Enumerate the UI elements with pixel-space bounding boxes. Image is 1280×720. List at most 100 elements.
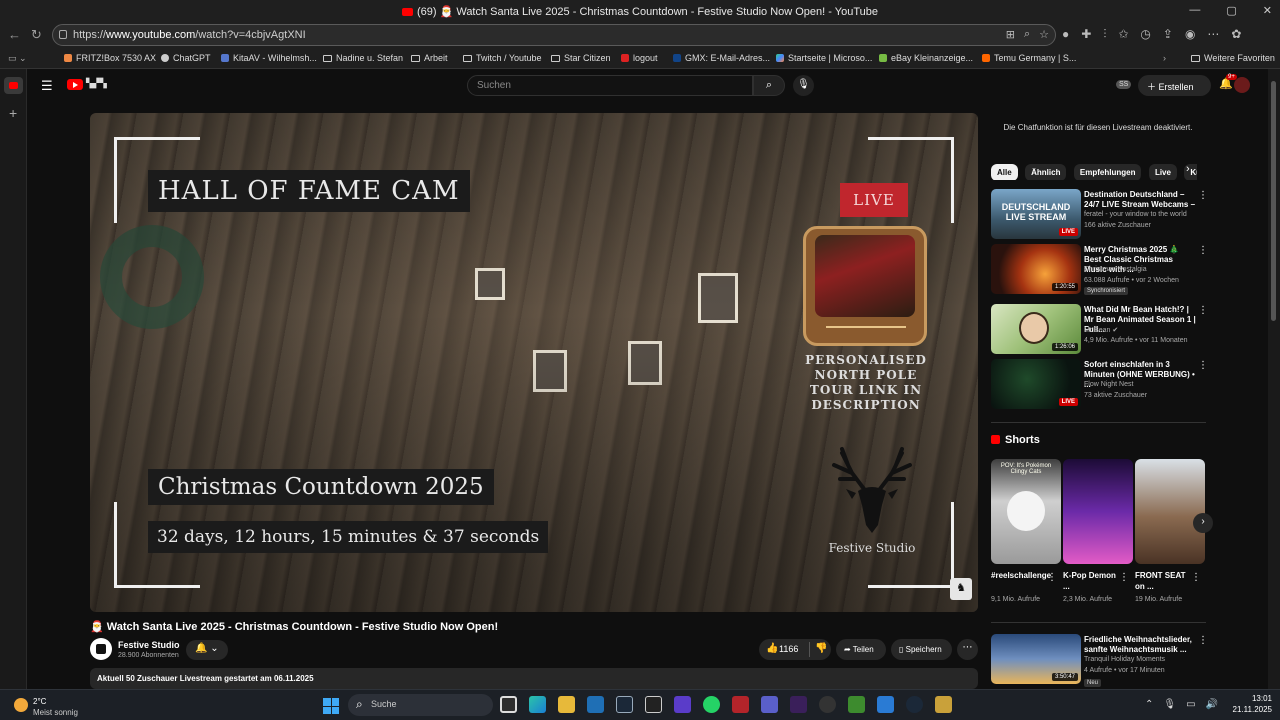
bookmark-fritzbox[interactable]: FRITZ!Box 7530 AX: [64, 53, 156, 63]
mic-button[interactable]: 🎙: [793, 75, 814, 96]
chip-live[interactable]: Live: [1148, 164, 1177, 180]
more-actions-button[interactable]: ⋯: [957, 639, 978, 660]
video-thumbnail[interactable]: 1:26:06: [991, 304, 1081, 354]
like-count[interactable]: 1166: [779, 644, 798, 654]
reload-icon[interactable]: ↻: [31, 27, 42, 43]
video-thumbnail[interactable]: DEUTSCHLAND LIVE STREAM LIVE: [991, 189, 1081, 239]
kebab-menu-icon[interactable]: ⋮: [1047, 572, 1057, 583]
rec-title[interactable]: Friedliche Weihnachtslieder, sanfte Weih…: [1084, 635, 1196, 655]
puzzle-icon[interactable]: ✚: [1081, 27, 1091, 42]
shorts-next-button[interactable]: ›: [1193, 513, 1213, 533]
taskbar-search[interactable]: Suche: [348, 694, 493, 716]
edge-icon[interactable]: [529, 696, 546, 713]
app-install-icon[interactable]: ⊞: [1006, 28, 1015, 41]
dislike-icon[interactable]: 👎: [815, 643, 827, 654]
channel-name[interactable]: Festive Studio: [118, 640, 180, 650]
bookmark-twitch[interactable]: Twitch / Youtube: [463, 53, 542, 63]
history-icon[interactable]: ◷: [1140, 27, 1150, 42]
video-player[interactable]: HALL OF FAME CAM LIVE PERSONALISED NORTH…: [90, 113, 978, 612]
close-icon[interactable]: ✕: [1263, 4, 1272, 17]
kebab-menu-icon[interactable]: ⋮: [1119, 572, 1129, 583]
extension-icon[interactable]: ●: [1062, 27, 1069, 42]
app-icon[interactable]: [674, 696, 691, 713]
kebab-menu-icon[interactable]: ⋮: [1198, 245, 1208, 256]
epic-games-icon[interactable]: [645, 696, 662, 713]
chevron-up-icon[interactable]: ⌃: [1145, 699, 1153, 710]
steam-icon[interactable]: [616, 696, 633, 713]
other-favorites[interactable]: Weitere Favoriten: [1191, 53, 1275, 63]
subscription-bell-button[interactable]: 🔔 ⌄: [186, 640, 228, 660]
url-input[interactable]: https://www.youtube.com/watch?v=4cbjvAgt…: [52, 24, 1056, 46]
clock[interactable]: 13:01 21.11.2025: [1222, 693, 1272, 715]
youtube-logo-icon[interactable]: [67, 79, 83, 90]
list-item[interactable]: 1:26:06 What Did Mr Bean Hatch!? | Mr Be…: [991, 304, 1208, 354]
minecraft-icon[interactable]: [848, 696, 865, 713]
like-icon[interactable]: 👍: [766, 643, 778, 654]
bookmark-logout[interactable]: logout: [621, 53, 658, 63]
favorites-icon[interactable]: ✩: [1118, 27, 1128, 42]
channel-avatar[interactable]: [90, 638, 112, 660]
search-button[interactable]: ⌕: [753, 75, 785, 96]
bookmark-chatgpt[interactable]: ChatGPT: [161, 53, 211, 63]
video-thumbnail[interactable]: 3:50:47: [991, 634, 1081, 684]
video-thumbnail[interactable]: 1:20:55: [991, 244, 1081, 294]
share-icon[interactable]: ⇪: [1163, 27, 1173, 42]
menu-icon[interactable]: ☰: [41, 78, 53, 94]
copilot-icon[interactable]: ✿: [1231, 27, 1241, 42]
back-icon[interactable]: ←: [8, 27, 21, 42]
list-item[interactable]: DEUTSCHLAND LIVE STREAM LIVE Destination…: [991, 189, 1208, 239]
search-input[interactable]: Suchen: [467, 75, 753, 96]
list-item[interactable]: 3:50:47 Friedliche Weihnachtslieder, san…: [991, 634, 1208, 687]
kebab-menu-icon[interactable]: ⋮: [1198, 635, 1208, 646]
new-tab-icon[interactable]: +: [9, 105, 17, 121]
bookmarks-toggle-icon[interactable]: ▭ ⌄: [8, 53, 27, 64]
short-title[interactable]: #reelschallenge: [991, 570, 1051, 581]
minimize-icon[interactable]: —: [1189, 4, 1200, 17]
app-icon[interactable]: [732, 696, 749, 713]
create-button[interactable]: ＋ Erstellen: [1138, 75, 1211, 96]
display-icon[interactable]: ▭: [1186, 699, 1195, 710]
microphone-icon[interactable]: 🎙: [1163, 699, 1176, 710]
start-button[interactable]: [323, 698, 339, 714]
zoom-icon[interactable]: ⌕: [1024, 28, 1030, 41]
short-title[interactable]: FRONT SEAT on ...: [1135, 570, 1195, 592]
rec-title[interactable]: Destination Deutschland – 24/7 LIVE Stre…: [1084, 190, 1196, 210]
bookmark-nadine[interactable]: Nadine u. Stefan: [323, 53, 403, 63]
chip-all[interactable]: Alle: [991, 164, 1018, 180]
chip-similar[interactable]: Ähnlich: [1025, 164, 1067, 180]
kebab-menu-icon[interactable]: ⋮: [1198, 305, 1208, 316]
kebab-menu-icon[interactable]: ⋮: [1191, 572, 1201, 583]
bookmark-arbeit[interactable]: Arbeit: [411, 53, 448, 63]
favorite-star-icon[interactable]: ☆: [1039, 28, 1049, 41]
todo-icon[interactable]: [877, 696, 894, 713]
page-scrollbar[interactable]: [1268, 69, 1280, 689]
bookmark-microsoft[interactable]: Startseite | Microso...: [776, 53, 872, 63]
app-icon[interactable]: [935, 696, 952, 713]
description-box[interactable]: Aktuell 50 Zuschauer Livestream gestarte…: [90, 668, 978, 689]
bookmark-kita[interactable]: KitaAV - Wilhelmsh...: [221, 53, 317, 63]
task-view-icon[interactable]: [500, 696, 517, 713]
rec-channel[interactable]: Mr Bean ✔: [1084, 326, 1118, 334]
rec-channel[interactable]: Tranquil Holiday Moments: [1084, 656, 1165, 663]
youtube-tab-icon[interactable]: [4, 77, 23, 94]
profile-icon[interactable]: ◉: [1185, 27, 1195, 42]
rec-channel[interactable]: Flow Night Nest: [1084, 381, 1133, 388]
chevron-right-icon[interactable]: ›: [1186, 163, 1190, 175]
list-item[interactable]: LIVE Sofort einschlafen in 3 Minuten (OH…: [991, 359, 1208, 409]
app-icon[interactable]: [790, 696, 807, 713]
more-icon[interactable]: ⋯: [1207, 27, 1219, 42]
app-icon[interactable]: [819, 696, 836, 713]
chip-recommendations[interactable]: Empfehlungen: [1073, 164, 1142, 180]
whatsapp-icon[interactable]: [703, 696, 720, 713]
bookmark-gmx[interactable]: GMX: E-Mail-Adres...: [673, 53, 770, 63]
bookmark-temu[interactable]: Temu Germany | S...: [982, 53, 1076, 63]
split-icon[interactable]: ⫶: [1103, 27, 1106, 42]
avatar[interactable]: [1234, 77, 1250, 93]
bookmarks-overflow-icon[interactable]: ›: [1163, 53, 1166, 63]
scrollbar-thumb[interactable]: [1271, 81, 1276, 321]
teams-icon[interactable]: [761, 696, 778, 713]
save-button[interactable]: ▯ Speichern: [891, 639, 952, 660]
video-thumbnail[interactable]: LIVE: [991, 359, 1081, 409]
share-button[interactable]: ➦ Teilen: [836, 639, 886, 660]
bookmark-starcitizen[interactable]: Star Citizen: [551, 53, 611, 63]
